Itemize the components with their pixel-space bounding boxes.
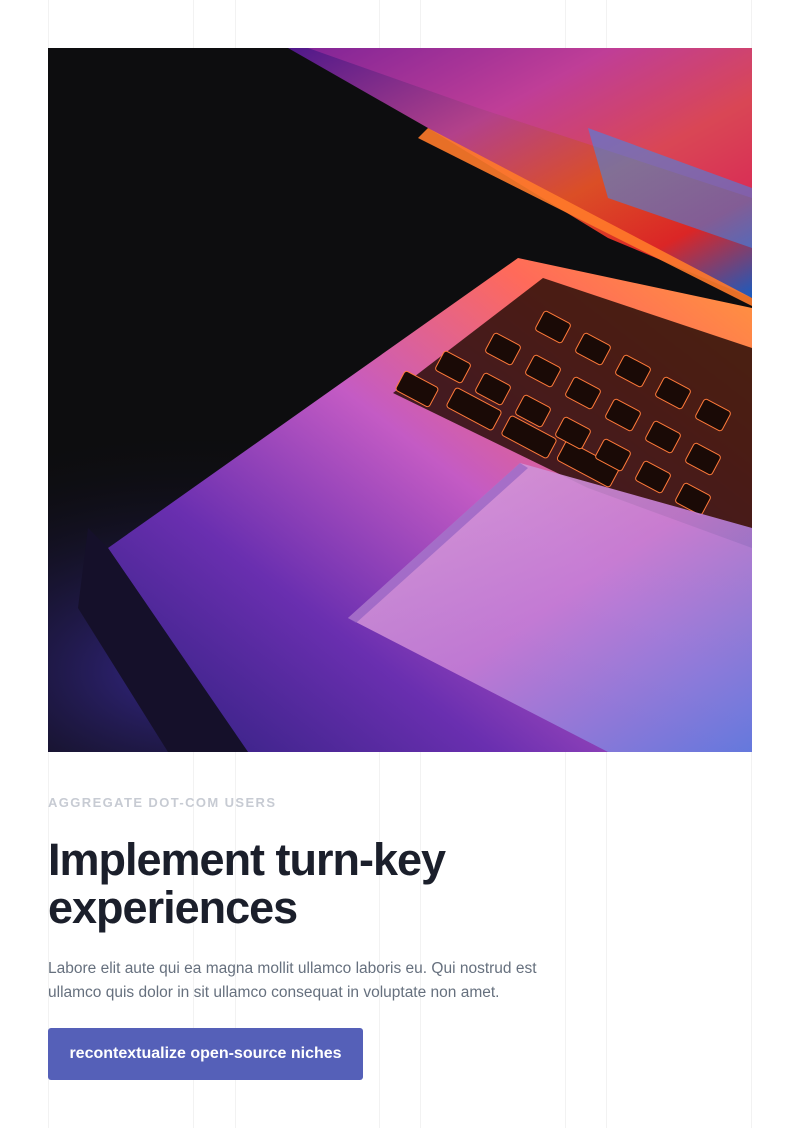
hero-image	[48, 48, 752, 752]
cta-button[interactable]: recontextualize open-source niches	[48, 1028, 363, 1080]
body-paragraph: Labore elit aute qui ea magna mollit ull…	[48, 960, 537, 1001]
page-title: Implement turn-key experiences	[48, 834, 446, 933]
eyebrow-label: AGGREGATE DOT-COM USERS	[48, 795, 277, 810]
laptop-keyboard-photo-icon	[48, 48, 752, 752]
